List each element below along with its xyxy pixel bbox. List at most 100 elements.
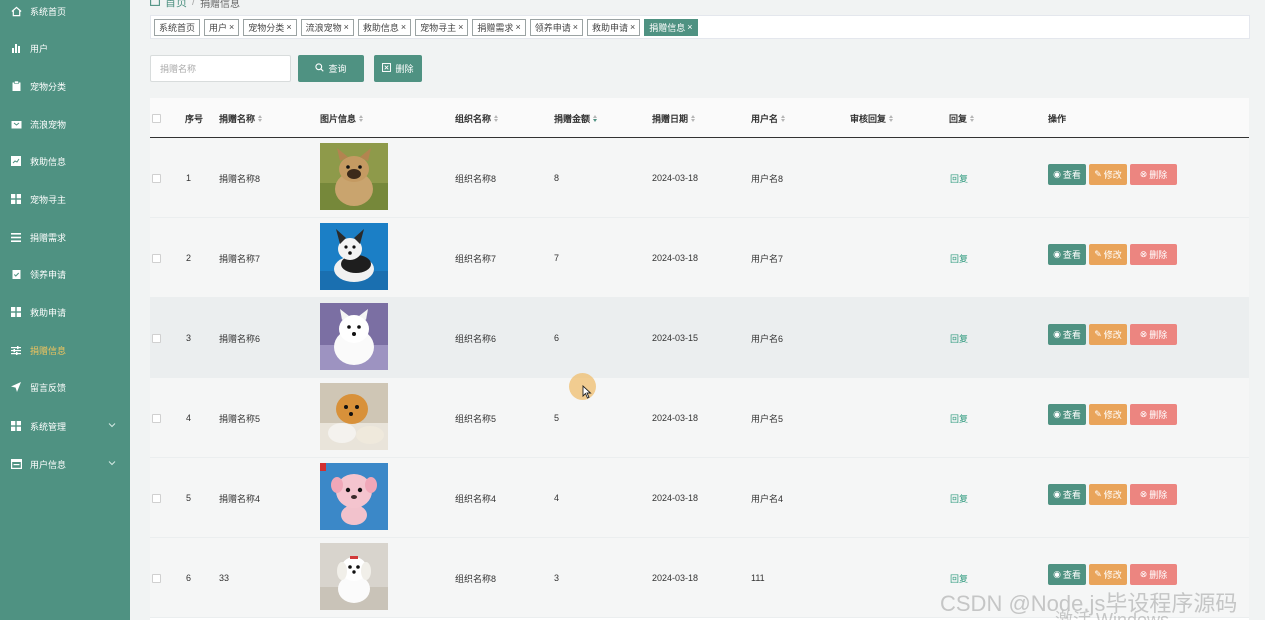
header-review[interactable]: 审核回复 <box>850 98 894 138</box>
row-checkbox[interactable] <box>152 298 161 378</box>
tab-rescue-info[interactable]: 救助信息 × <box>357 18 412 36</box>
reply-link[interactable]: 回复 <box>950 138 968 218</box>
header-reply[interactable]: 回复 <box>949 98 975 138</box>
home-icon <box>150 0 160 9</box>
sidebar-item-users[interactable]: 用户 <box>0 29 130 67</box>
sidebar-item-feedback[interactable]: 留言反馈 <box>0 368 130 406</box>
search-input[interactable] <box>150 55 291 82</box>
breadcrumb-home[interactable]: 首页 <box>165 0 187 10</box>
sort-icon[interactable] <box>781 114 786 122</box>
header-org[interactable]: 组织名称 <box>455 98 499 138</box>
row-checkbox[interactable] <box>152 458 161 538</box>
tab-adoption-apply[interactable]: 领养申请 × <box>529 18 583 36</box>
header-amount[interactable]: 捐赠金额 <box>554 98 598 138</box>
edit-button[interactable]: ✎ 修改 <box>1089 164 1127 185</box>
view-button[interactable]: ◉ 查看 <box>1048 244 1086 265</box>
header-name[interactable]: 捐赠名称 <box>219 98 263 138</box>
row-checkbox[interactable] <box>152 538 161 618</box>
tab-donation-info[interactable]: 捐赠信息 × <box>644 18 698 36</box>
batch-delete-button[interactable]: 删除 <box>374 55 422 82</box>
header-date[interactable]: 捐赠日期 <box>652 98 696 138</box>
tab-pet-owner-search[interactable]: 宠物寻主 × <box>415 18 469 36</box>
view-button[interactable]: ◉ 查看 <box>1048 404 1086 425</box>
tab-users[interactable]: 用户 × <box>204 18 240 36</box>
header-user[interactable]: 用户名 <box>751 98 786 138</box>
sort-icon[interactable] <box>258 114 263 122</box>
edit-button[interactable]: ✎ 修改 <box>1089 324 1127 345</box>
row-checkbox[interactable] <box>152 378 161 458</box>
sidebar-item-user-info[interactable]: 用户信息 <box>0 445 130 483</box>
close-icon[interactable]: × <box>687 22 692 32</box>
cell-org: 组织名称6 <box>455 333 497 344</box>
reply-link[interactable]: 回复 <box>950 378 968 458</box>
sidebar-item-stray-pets[interactable]: 流浪宠物 <box>0 105 130 143</box>
pet-image-samoyed-puppy[interactable] <box>320 303 388 370</box>
tab-home[interactable]: 系统首页 <box>154 18 201 36</box>
sidebar-item-rescue-info[interactable]: 救助信息 <box>0 142 130 180</box>
close-icon[interactable]: × <box>630 22 635 32</box>
close-icon[interactable]: × <box>344 22 349 32</box>
pet-image-french-bulldog[interactable] <box>320 143 388 210</box>
close-icon[interactable]: × <box>401 22 406 32</box>
query-button[interactable]: 查询 <box>298 55 364 82</box>
sidebar-item-pet-owner-search[interactable]: 宠物寻主 <box>0 180 130 218</box>
delete-button[interactable]: ⊗ 删除 <box>1130 564 1177 585</box>
select-all-checkbox[interactable] <box>152 98 161 138</box>
sort-icon[interactable] <box>593 114 598 122</box>
sort-icon[interactable] <box>970 114 975 122</box>
sidebar-item-system-manage[interactable]: 系统管理 <box>0 407 130 445</box>
close-icon[interactable]: × <box>515 22 520 32</box>
sort-icon[interactable] <box>494 114 499 122</box>
edit-button[interactable]: ✎ 修改 <box>1089 404 1127 425</box>
tab-rescue-apply[interactable]: 救助申请 × <box>586 18 641 36</box>
tab-label: 捐赠需求 <box>477 22 514 33</box>
view-button[interactable]: ◉ 查看 <box>1048 164 1086 185</box>
sort-icon[interactable] <box>359 114 364 122</box>
delete-button[interactable]: ⊗ 删除 <box>1130 484 1177 505</box>
row-checkbox[interactable] <box>152 138 161 218</box>
close-icon[interactable]: × <box>458 22 463 32</box>
view-button[interactable]: ◉ 查看 <box>1048 324 1086 345</box>
query-button-label: 查询 <box>328 64 347 74</box>
edit-button[interactable]: ✎ 修改 <box>1089 564 1127 585</box>
edit-button[interactable]: ✎ 修改 <box>1089 484 1127 505</box>
pet-image-pomeranian[interactable] <box>320 383 388 450</box>
view-button[interactable]: ◉ 查看 <box>1048 564 1086 585</box>
pet-image-pink-toy-dog[interactable] <box>320 463 388 530</box>
cell-name: 33 <box>219 573 230 583</box>
close-icon[interactable]: × <box>286 22 291 32</box>
row-checkbox[interactable] <box>152 218 161 298</box>
pet-image-maltese-puppy[interactable] <box>320 543 388 610</box>
sidebar: 系统首页 用户 宠物分类 流浪宠物 救助信息 宠物寻主 捐赠需求 领养申请 救助… <box>0 0 130 620</box>
tab-pet-category[interactable]: 宠物分类 × <box>243 18 297 36</box>
sidebar-item-donation-info[interactable]: 捐赠信息 <box>0 331 130 369</box>
reply-link[interactable]: 回复 <box>950 218 968 298</box>
delete-label: 删除 <box>1149 330 1168 340</box>
header-image[interactable]: 图片信息 <box>320 98 364 138</box>
sidebar-item-rescue-apply[interactable]: 救助申请 <box>0 293 130 331</box>
tab-donation-demand[interactable]: 捐赠需求 × <box>472 18 526 36</box>
view-button[interactable]: ◉ 查看 <box>1048 484 1086 505</box>
tab-stray-pets[interactable]: 流浪宠物 × <box>300 18 354 36</box>
edit-icon: ✎ <box>1094 329 1102 339</box>
sidebar-item-home[interactable]: 系统首页 <box>0 0 130 30</box>
delete-button[interactable]: ⊗ 删除 <box>1130 404 1177 425</box>
sidebar-item-adoption-apply[interactable]: 领养申请 <box>0 255 130 293</box>
home-icon <box>10 5 22 17</box>
delete-button[interactable]: ⊗ 删除 <box>1130 324 1177 345</box>
sort-icon[interactable] <box>691 114 696 122</box>
delete-button[interactable]: ⊗ 删除 <box>1130 244 1177 265</box>
pet-image-corgi-puppy[interactable] <box>320 223 388 290</box>
eye-icon: ◉ <box>1053 329 1061 339</box>
reply-link[interactable]: 回复 <box>950 298 968 378</box>
cell-name: 捐赠名称5 <box>219 413 261 424</box>
sidebar-item-donation-demand[interactable]: 捐赠需求 <box>0 218 130 256</box>
sidebar-item-pet-category[interactable]: 宠物分类 <box>0 67 130 105</box>
sidebar-item-label: 系统首页 <box>30 6 67 17</box>
edit-button[interactable]: ✎ 修改 <box>1089 244 1127 265</box>
close-icon[interactable]: × <box>229 22 234 32</box>
reply-link[interactable]: 回复 <box>950 458 968 538</box>
close-icon[interactable]: × <box>573 22 578 32</box>
delete-button[interactable]: ⊗ 删除 <box>1130 164 1177 185</box>
sort-icon[interactable] <box>889 114 894 122</box>
